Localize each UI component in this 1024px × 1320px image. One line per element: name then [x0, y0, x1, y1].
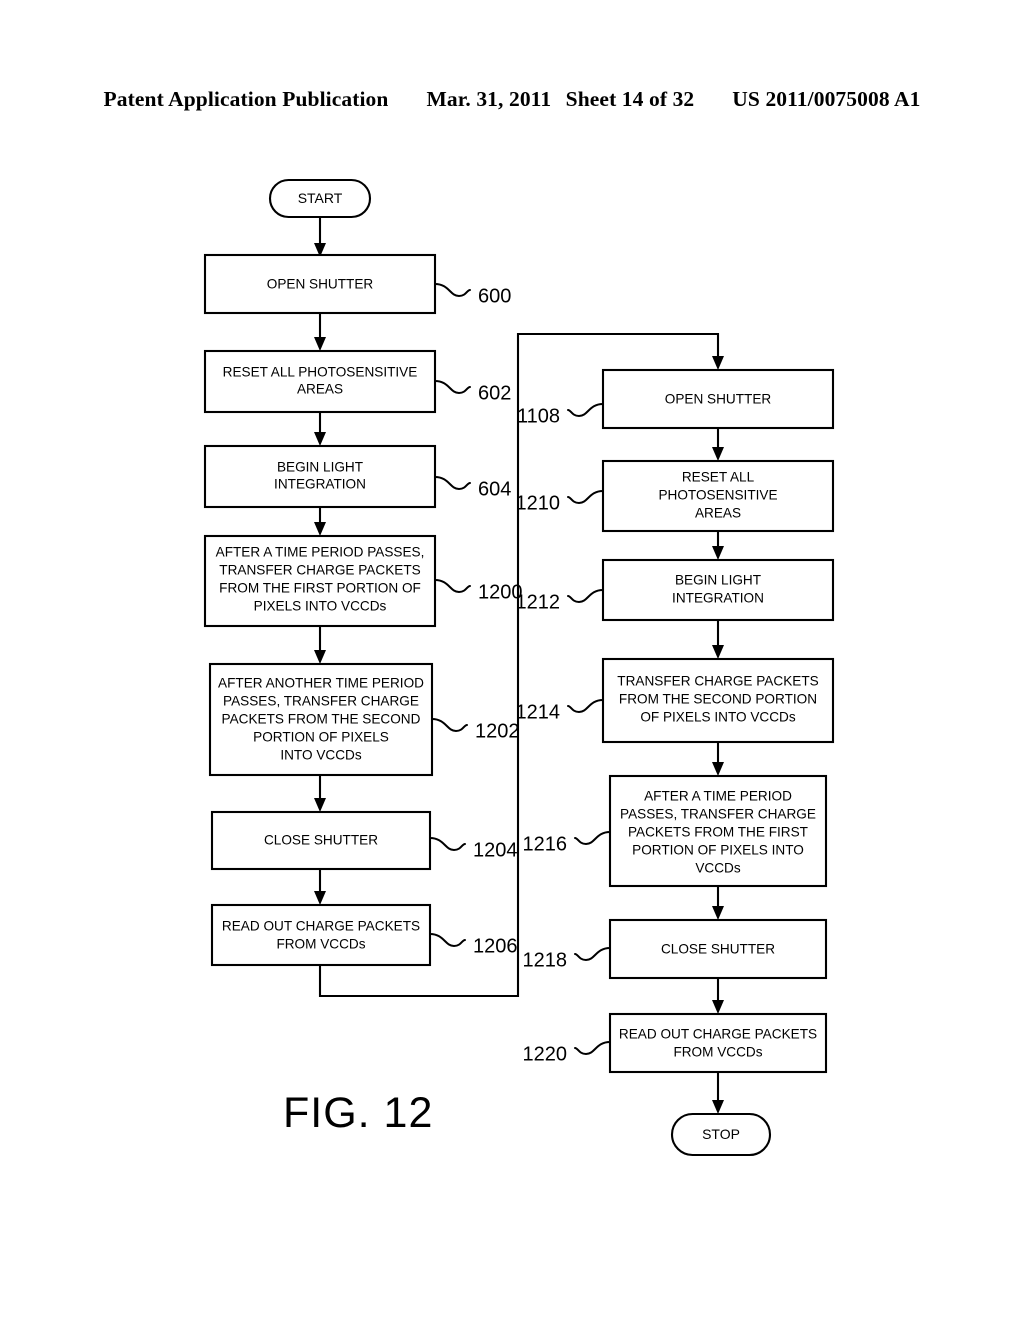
leader-1200: [434, 579, 471, 594]
leader-1204: [429, 837, 466, 852]
arrow-1216-to-1218: [712, 886, 724, 920]
ref-label-1204: 1204: [473, 839, 518, 861]
flowchart-canvas: START OPEN SHUTTER 600 RESET ALL PHOTOSE…: [203, 178, 835, 1157]
arrow-1200-to-1202: [314, 626, 326, 664]
ref-label-1218: 1218: [523, 949, 568, 971]
stop-label: STOP: [702, 1126, 740, 1142]
node-1202-line-3: PORTION OF PIXELS: [253, 730, 389, 745]
node-1210-line-1: PHOTOSENSITIVE: [658, 488, 777, 503]
node-604-line-0: BEGIN LIGHT: [277, 460, 363, 475]
node-1108-line-0: OPEN SHUTTER: [665, 392, 772, 407]
ref-label-1108: 1108: [517, 405, 560, 427]
node-1206-shape: [210, 903, 432, 967]
start-label: START: [298, 190, 343, 206]
node-1214-line-0: TRANSFER CHARGE PACKETS: [617, 674, 818, 689]
arrow-1108-to-1210: [712, 428, 724, 461]
node-602-line-1: AREAS: [297, 382, 343, 397]
arrow-1204-to-1206: [314, 869, 326, 905]
node-1200-line-2: FROM THE FIRST PORTION OF: [219, 581, 421, 596]
ref-label-600: 600: [478, 285, 511, 307]
leader-1108: [567, 403, 604, 418]
node-1220-line-1: FROM VCCDs: [673, 1045, 762, 1060]
node-1212: BEGIN LIGHT INTEGRATION 1212: [516, 558, 835, 622]
node-1202-line-2: PACKETS FROM THE SECOND: [222, 712, 421, 727]
node-1202-line-1: PASSES, TRANSFER CHARGE: [223, 694, 419, 709]
node-stop: STOP: [670, 1112, 772, 1157]
node-604-line-1: INTEGRATION: [274, 477, 366, 492]
node-1202-line-0: AFTER ANOTHER TIME PERIOD: [218, 676, 424, 691]
leader-1220: [574, 1041, 611, 1056]
arrow-600-to-602: [314, 313, 326, 351]
node-1212-line-1: INTEGRATION: [672, 591, 764, 606]
ref-label-1212: 1212: [516, 591, 561, 613]
arrow-1202-to-1204: [314, 775, 326, 812]
node-1218-line-0: CLOSE SHUTTER: [661, 942, 775, 957]
ref-label-604: 604: [478, 478, 511, 500]
node-1200: AFTER A TIME PERIOD PASSES, TRANSFER CHA…: [203, 534, 523, 628]
node-1216-line-2: PACKETS FROM THE FIRST: [628, 825, 808, 840]
node-1216-line-3: PORTION OF PIXELS INTO: [632, 843, 804, 858]
ref-label-602: 602: [478, 382, 511, 404]
node-1210-line-2: AREAS: [695, 506, 741, 521]
ref-label-1216: 1216: [523, 833, 568, 855]
leader-600: [434, 283, 471, 298]
leader-1218: [574, 947, 611, 962]
ref-label-1202: 1202: [475, 720, 520, 742]
node-1218: CLOSE SHUTTER 1218: [523, 918, 828, 980]
node-1202-line-4: INTO VCCDs: [280, 748, 362, 763]
ref-label-1206: 1206: [473, 935, 518, 957]
node-1210: RESET ALL PHOTOSENSITIVE AREAS 1210: [516, 459, 835, 533]
node-1212-line-0: BEGIN LIGHT: [675, 573, 761, 588]
node-602: RESET ALL PHOTOSENSITIVE AREAS 602: [203, 349, 511, 414]
node-604: BEGIN LIGHT INTEGRATION 604: [203, 444, 511, 509]
arrow-start-to-600: [314, 216, 326, 257]
node-1216: AFTER A TIME PERIOD PASSES, TRANSFER CHA…: [523, 774, 828, 888]
arrow-1218-to-1220: [712, 978, 724, 1014]
node-1206: READ OUT CHARGE PACKETS FROM VCCDs 1206: [210, 903, 518, 967]
node-1216-line-4: VCCDs: [695, 861, 741, 876]
arrow-1220-to-stop: [712, 1072, 724, 1114]
leader-602: [434, 380, 471, 395]
node-1214: TRANSFER CHARGE PACKETS FROM THE SECOND …: [516, 657, 835, 744]
node-1200-line-1: TRANSFER CHARGE PACKETS: [219, 563, 420, 578]
node-1210-line-0: RESET ALL: [682, 470, 755, 485]
ref-label-1220: 1220: [523, 1043, 568, 1065]
node-1206-line-1: FROM VCCDs: [276, 937, 365, 952]
node-1204: CLOSE SHUTTER 1204: [210, 810, 518, 871]
node-1204-line-0: CLOSE SHUTTER: [264, 833, 378, 848]
arrow-1212-to-1214: [712, 620, 724, 659]
leader-1210: [567, 490, 604, 505]
leader-1212: [567, 589, 604, 604]
leader-1202: [431, 718, 468, 733]
node-600: OPEN SHUTTER 600: [203, 253, 511, 315]
node-start: START: [268, 178, 372, 219]
figure-caption: FIG. 12: [283, 1089, 434, 1137]
node-1214-line-1: FROM THE SECOND PORTION: [619, 692, 817, 707]
node-1200-line-3: PIXELS INTO VCCDs: [254, 599, 387, 614]
node-1214-line-2: OF PIXELS INTO VCCDs: [640, 710, 796, 725]
node-1200-line-0: AFTER A TIME PERIOD PASSES,: [216, 545, 425, 560]
node-1216-line-0: AFTER A TIME PERIOD: [644, 789, 792, 804]
arrow-602-to-604: [314, 412, 326, 446]
node-1206-line-0: READ OUT CHARGE PACKETS: [222, 919, 420, 934]
leader-604: [434, 476, 471, 491]
ref-label-1214: 1214: [516, 701, 561, 723]
patent-figure-page: Patent Application Publication Mar. 31, …: [0, 0, 1024, 1320]
node-1220: READ OUT CHARGE PACKETS FROM VCCDs 1220: [523, 1012, 828, 1074]
node-1220-line-0: READ OUT CHARGE PACKETS: [619, 1027, 817, 1042]
arrow-1214-to-1216: [712, 742, 724, 776]
leader-1216: [574, 831, 611, 846]
arrow-604-to-1200: [314, 507, 326, 536]
arrow-1210-to-1212: [712, 531, 724, 560]
node-1108: OPEN SHUTTER 1108: [517, 368, 835, 430]
leader-1206: [429, 933, 466, 948]
node-1220-shape: [608, 1012, 828, 1074]
node-1216-line-1: PASSES, TRANSFER CHARGE: [620, 807, 816, 822]
node-602-line-0: RESET ALL PHOTOSENSITIVE: [223, 365, 418, 380]
node-600-line-0: OPEN SHUTTER: [267, 277, 374, 292]
ref-label-1210: 1210: [516, 492, 561, 514]
node-1202: AFTER ANOTHER TIME PERIOD PASSES, TRANSF…: [208, 662, 520, 777]
leader-1214: [567, 699, 604, 714]
